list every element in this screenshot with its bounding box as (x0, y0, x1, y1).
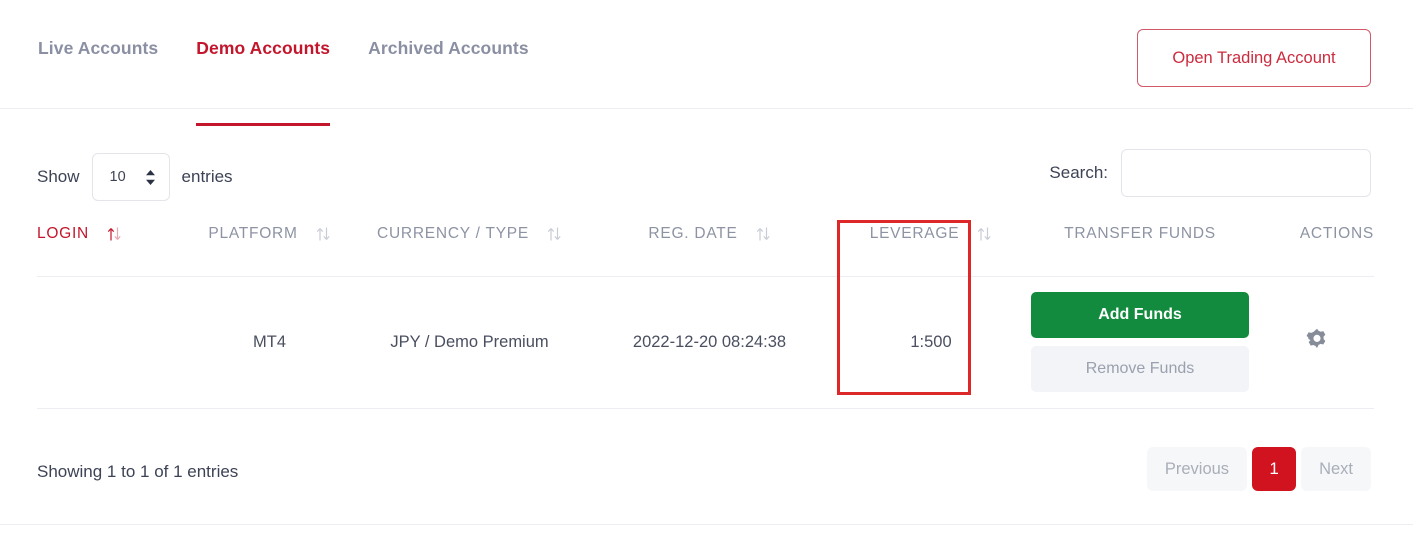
settings-gear-button[interactable] (1304, 327, 1330, 353)
table-header-row: LOGIN PLATFORM CURRENCY / TYPE REG. DATE… (37, 219, 1374, 277)
column-header-platform-label: PLATFORM (208, 225, 298, 243)
tab-demo-accounts[interactable]: Demo Accounts (196, 38, 330, 126)
pagination-next-button[interactable]: Next (1301, 447, 1371, 491)
bottom-divider (0, 524, 1413, 525)
search-input[interactable] (1121, 149, 1371, 197)
table-info-text: Showing 1 to 1 of 1 entries (37, 462, 239, 481)
cell-reg-date: 2022-12-20 08:24:38 (577, 276, 842, 409)
account-tabs-bar: Live Accounts Demo Accounts Archived Acc… (0, 0, 1413, 126)
sort-arrows-icon-leverage (977, 226, 992, 242)
show-label: Show (37, 167, 80, 186)
sort-arrows-icon-reg-date (756, 226, 771, 242)
cell-currency-type: JPY / Demo Premium (362, 276, 577, 409)
search-control: Search: (1049, 149, 1371, 197)
column-header-leverage[interactable]: LEVERAGE (842, 219, 1020, 277)
column-header-platform[interactable]: PLATFORM (177, 219, 362, 277)
column-header-actions: ACTIONS (1260, 219, 1374, 277)
cell-login (37, 276, 177, 409)
accounts-page: Live Accounts Demo Accounts Archived Acc… (0, 0, 1413, 535)
column-header-login-label: LOGIN (37, 225, 89, 243)
column-header-reg-date-label: REG. DATE (648, 225, 738, 243)
cell-leverage: 1:500 (842, 276, 1020, 409)
column-header-reg-date[interactable]: REG. DATE (577, 219, 842, 277)
sort-arrows-icon-platform (316, 226, 331, 242)
column-header-currency-type[interactable]: CURRENCY / TYPE (362, 219, 577, 277)
cell-platform: MT4 (177, 276, 362, 409)
column-header-transfer-funds: TRANSFER FUNDS (1020, 219, 1260, 277)
pagination-page-1-button[interactable]: 1 (1252, 447, 1297, 491)
page-size-select[interactable]: 10 (91, 153, 170, 201)
sort-arrows-icon-login (107, 226, 122, 242)
remove-funds-button[interactable]: Remove Funds (1031, 346, 1249, 392)
pagination: Previous 1 Next (1146, 447, 1371, 491)
table-controls: Show 10 entries Search: (0, 109, 1413, 219)
search-label: Search: (1049, 163, 1108, 182)
account-tabs: Live Accounts Demo Accounts Archived Acc… (38, 38, 529, 126)
accounts-table-head: LOGIN PLATFORM CURRENCY / TYPE REG. DATE… (37, 219, 1374, 277)
column-header-login[interactable]: LOGIN (37, 219, 177, 277)
cell-transfer-funds: Add Funds Remove Funds (1020, 276, 1260, 409)
table-row: MT4 JPY / Demo Premium 2022-12-20 08:24:… (37, 276, 1374, 409)
accounts-table-body: MT4 JPY / Demo Premium 2022-12-20 08:24:… (37, 276, 1374, 409)
entries-label: entries (181, 167, 233, 186)
column-header-transfer-funds-label: TRANSFER FUNDS (1064, 225, 1216, 243)
show-entries-control: Show 10 entries (37, 153, 233, 201)
tab-live-accounts[interactable]: Live Accounts (38, 38, 158, 63)
cell-actions (1260, 276, 1374, 409)
open-trading-account-button[interactable]: Open Trading Account (1137, 29, 1371, 87)
tab-archived-accounts[interactable]: Archived Accounts (368, 38, 529, 63)
accounts-table: LOGIN PLATFORM CURRENCY / TYPE REG. DATE… (37, 219, 1374, 409)
column-header-currency-type-label: CURRENCY / TYPE (377, 225, 529, 243)
sort-arrows-icon-currency-type (547, 226, 562, 242)
updown-chevron-icon (145, 169, 156, 186)
page-size-value: 10 (109, 169, 126, 185)
add-funds-button[interactable]: Add Funds (1031, 292, 1249, 338)
pagination-previous-button[interactable]: Previous (1146, 447, 1248, 491)
column-header-actions-label: ACTIONS (1299, 225, 1374, 243)
gear-icon (1304, 327, 1330, 353)
column-header-leverage-label: LEVERAGE (869, 225, 960, 243)
